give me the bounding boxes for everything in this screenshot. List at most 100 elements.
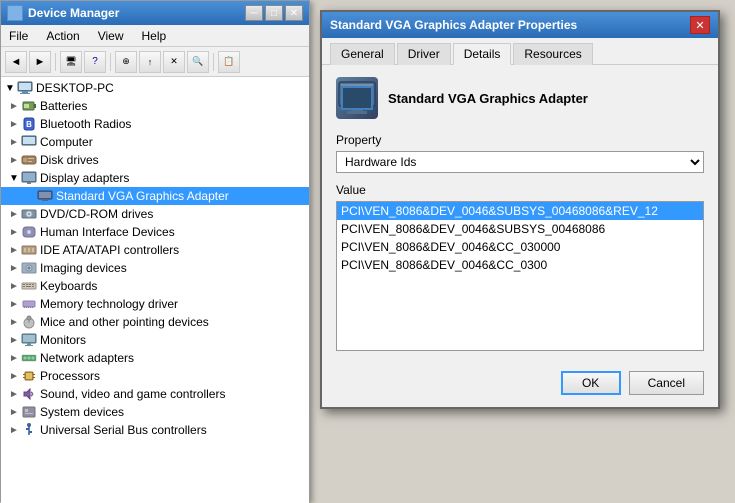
props-content: Standard VGA Graphics Adapter Property H… [322, 65, 718, 363]
tree-sound[interactable]: ► Sound, video and game controllers [1, 385, 309, 403]
scan-btn[interactable]: ⊕ [115, 51, 137, 73]
display-icon [21, 170, 37, 186]
tree-network[interactable]: ► Network adapters [1, 349, 309, 367]
dm-titlebar-buttons: ─ □ ✕ [245, 5, 303, 21]
update-btn[interactable]: ↑ [139, 51, 161, 73]
tree-dvd[interactable]: ► DVD/CD-ROM drives [1, 205, 309, 223]
props-device-name: Standard VGA Graphics Adapter [388, 91, 588, 106]
maximize-button[interactable]: □ [265, 5, 283, 21]
displayadapters-label: Display adapters [40, 171, 129, 185]
props-titlebar: Standard VGA Graphics Adapter Properties… [322, 12, 718, 38]
ok-button[interactable]: OK [561, 371, 621, 395]
tree-hid[interactable]: ► Human Interface Devices [1, 223, 309, 241]
keyboards-label: Keyboards [40, 279, 97, 293]
tab-general[interactable]: General [330, 43, 395, 65]
value-item-2[interactable]: PCI\VEN_8086&DEV_0046&SUBSYS_00468086 [337, 220, 703, 238]
computer-icon [17, 80, 33, 96]
uninstall-btn[interactable]: ✕ [163, 51, 185, 73]
ide-icon [21, 242, 37, 258]
sound-icon [21, 386, 37, 402]
root-label: DESKTOP-PC [36, 81, 114, 95]
value-item-3[interactable]: PCI\VEN_8086&DEV_0046&CC_030000 [337, 238, 703, 256]
dm-title: Device Manager [28, 6, 119, 20]
tree-memory[interactable]: ► Memory technology driver [1, 295, 309, 313]
value-item-4[interactable]: PCI\VEN_8086&DEV_0046&CC_0300 [337, 256, 703, 274]
toolbar-sep-1 [55, 53, 56, 71]
tree-computer[interactable]: ► Computer [1, 133, 309, 151]
device-manager-btn[interactable]: 🖥 [60, 51, 82, 73]
tree-monitors[interactable]: ► Monitors [1, 331, 309, 349]
dm-tree[interactable]: ▼ DESKTOP-PC ► Batteries ► B B [1, 77, 309, 503]
monitor-icon [21, 332, 37, 348]
batteries-icon [21, 98, 37, 114]
tree-keyboards[interactable]: ► Keyboards [1, 277, 309, 295]
props-value-list[interactable]: PCI\VEN_8086&DEV_0046&SUBSYS_00468086&RE… [336, 201, 704, 351]
scan-hw-btn[interactable]: 🔍 [187, 51, 209, 73]
dvd-label: DVD/CD-ROM drives [40, 207, 153, 221]
vga-label: Standard VGA Graphics Adapter [56, 189, 229, 203]
props-tabs: General Driver Details Resources [322, 38, 718, 65]
usb-icon [21, 422, 37, 438]
tree-bluetooth[interactable]: ► B Bluetooth Radios [1, 115, 309, 133]
menu-view[interactable]: View [94, 28, 128, 44]
mice-label: Mice and other pointing devices [40, 315, 209, 329]
menu-help[interactable]: Help [138, 28, 171, 44]
system-icon [21, 404, 37, 420]
value-item-1[interactable]: PCI\VEN_8086&DEV_0046&SUBSYS_00468086&RE… [337, 202, 703, 220]
properties-dialog: Standard VGA Graphics Adapter Properties… [320, 10, 720, 409]
cancel-button[interactable]: Cancel [629, 371, 704, 395]
props-property-label: Property [336, 133, 704, 147]
imaging-icon [21, 260, 37, 276]
menu-file[interactable]: File [5, 28, 32, 44]
menu-action[interactable]: Action [42, 28, 83, 44]
processor-icon [21, 368, 37, 384]
props-device-name-wrapper: Standard VGA Graphics Adapter [388, 91, 588, 106]
props-header: Standard VGA Graphics Adapter [336, 77, 704, 119]
dm-app-icon [7, 5, 23, 21]
tree-ide[interactable]: ► IDE ATA/ATAPI controllers [1, 241, 309, 259]
tree-displayadapters[interactable]: ▼ Display adapters [1, 169, 309, 187]
close-button[interactable]: ✕ [285, 5, 303, 21]
mouse-icon [21, 314, 37, 330]
tree-diskdrives[interactable]: ► Disk drives [1, 151, 309, 169]
toolbar-sep-3 [213, 53, 214, 71]
computer-node-icon [21, 134, 37, 150]
tree-mice[interactable]: ► Mice and other pointing devices [1, 313, 309, 331]
hid-label: Human Interface Devices [40, 225, 175, 239]
tree-system[interactable]: ► System devices [1, 403, 309, 421]
props-title: Standard VGA Graphics Adapter Properties [330, 18, 577, 32]
props-close-button[interactable]: ✕ [690, 16, 710, 34]
help-btn[interactable]: ? [84, 51, 106, 73]
system-label: System devices [40, 405, 124, 419]
tree-batteries[interactable]: ► Batteries [1, 97, 309, 115]
minimize-button[interactable]: ─ [245, 5, 263, 21]
tab-details[interactable]: Details [453, 43, 512, 65]
toolbar-sep-2 [110, 53, 111, 71]
keyboard-icon [21, 278, 37, 294]
dm-menubar: File Action View Help [1, 25, 309, 47]
dm-toolbar: ◄ ► 🖥 ? ⊕ ↑ ✕ 🔍 📋 [1, 47, 309, 77]
forward-button[interactable]: ► [29, 51, 51, 73]
back-button[interactable]: ◄ [5, 51, 27, 73]
tab-resources[interactable]: Resources [513, 43, 592, 65]
tab-driver[interactable]: Driver [397, 43, 451, 65]
tree-imaging[interactable]: ► Imaging devices [1, 259, 309, 277]
tree-vga[interactable]: Standard VGA Graphics Adapter [1, 187, 309, 205]
memory-icon [21, 296, 37, 312]
disk-icon [21, 152, 37, 168]
props-btn[interactable]: 📋 [218, 51, 240, 73]
monitors-label: Monitors [40, 333, 86, 347]
props-property-select[interactable]: Hardware Ids [336, 151, 704, 173]
props-footer: OK Cancel [322, 363, 718, 407]
props-device-icon [336, 77, 378, 119]
network-icon [21, 350, 37, 366]
dm-titlebar-left: Device Manager [7, 5, 119, 21]
dm-content: ▼ DESKTOP-PC ► Batteries ► B B [1, 77, 309, 503]
bluetooth-icon: B [21, 116, 37, 132]
tree-processors[interactable]: ► Processors [1, 367, 309, 385]
tree-usb[interactable]: ► Universal Serial Bus controllers [1, 421, 309, 439]
dvd-icon [21, 206, 37, 222]
processors-label: Processors [40, 369, 100, 383]
tree-root[interactable]: ▼ DESKTOP-PC [1, 79, 309, 97]
imaging-label: Imaging devices [40, 261, 127, 275]
